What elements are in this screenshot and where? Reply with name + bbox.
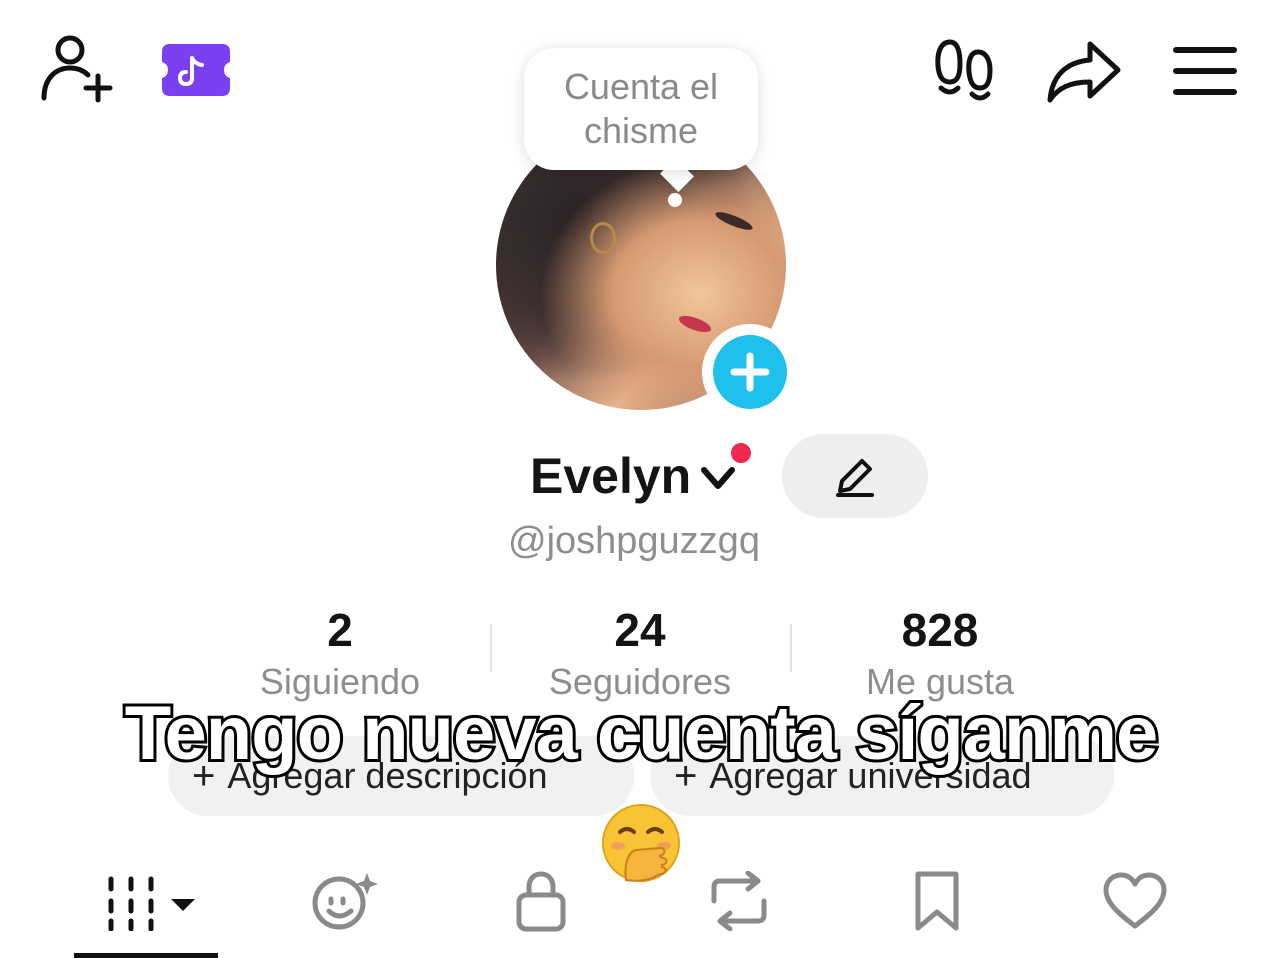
edit-profile-button[interactable] (782, 434, 928, 518)
stat-likes[interactable]: 828 Me gusta (790, 602, 1090, 704)
lock-icon (516, 871, 566, 932)
display-name: Evelyn (530, 448, 692, 504)
tab-reposts[interactable] (694, 864, 784, 938)
pencil-icon (836, 459, 874, 497)
videos-grid-icon (108, 876, 195, 931)
plus-icon (730, 352, 770, 392)
heart-icon (1103, 872, 1167, 929)
share-icon[interactable] (1046, 40, 1122, 104)
ai-avatar-icon (312, 873, 378, 930)
footprints-icon[interactable] (932, 38, 998, 104)
overlay-caption: Tengo nueva cuenta síganme (122, 688, 1162, 779)
face-with-hand-over-mouth-emoji (600, 802, 682, 884)
tab-private[interactable] (496, 864, 586, 938)
repost-icon (711, 871, 767, 931)
stat-value: 828 (901, 604, 979, 656)
stat-following[interactable]: 2 Siguiendo (190, 602, 490, 704)
notification-dot (728, 440, 754, 466)
username: @joshpguzzgq (508, 520, 760, 562)
tooltip-bubble[interactable]: Cuenta el chisme (524, 48, 758, 170)
tab-videos[interactable] (96, 864, 206, 938)
tab-liked[interactable] (1090, 864, 1180, 938)
active-tab-indicator (74, 953, 218, 958)
tab-saved[interactable] (892, 864, 982, 938)
stat-value: 2 (327, 604, 353, 656)
tab-ai-avatar[interactable] (300, 864, 390, 938)
chevron-down-icon[interactable] (698, 458, 738, 498)
tooltip-dot (668, 193, 682, 207)
bookmark-icon (915, 871, 959, 931)
add-friend-icon[interactable] (38, 34, 114, 104)
promo-ticket-icon[interactable] (162, 44, 230, 96)
add-story-button[interactable] (702, 324, 798, 420)
menu-icon[interactable] (1172, 44, 1238, 98)
stat-followers[interactable]: 24 Seguidores (490, 602, 790, 704)
stat-value: 24 (614, 604, 666, 656)
